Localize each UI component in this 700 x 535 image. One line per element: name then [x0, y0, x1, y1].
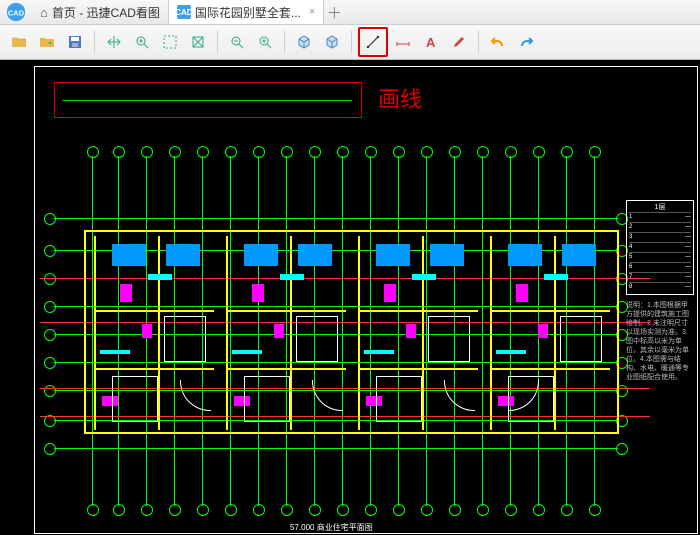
- zoom-out-button[interactable]: [224, 29, 250, 55]
- grid-bubble: [365, 146, 377, 158]
- grid-bubble: [561, 504, 573, 516]
- grid-bubble: [309, 504, 321, 516]
- grid-bubble: [253, 146, 265, 158]
- grid-bubble: [44, 443, 56, 455]
- grid-bubble: [197, 146, 209, 158]
- zoom-window-button[interactable]: [157, 29, 183, 55]
- grid-bubble: [421, 504, 433, 516]
- grid-bubble: [253, 504, 265, 516]
- grid-bubble: [337, 504, 349, 516]
- grid-bubble: [393, 504, 405, 516]
- zoom-extents-button[interactable]: [129, 29, 155, 55]
- side-panel: 1层 1—2—3—4—5—6—7—8— 说明：1.本图根据甲方提供的建筑施工图绘…: [626, 200, 694, 520]
- tab-home[interactable]: ⌂ 首页 - 迅捷CAD看图: [32, 0, 169, 24]
- grid-bubble: [281, 146, 293, 158]
- drawing-title: 57.000 商业住宅平面图: [290, 522, 373, 533]
- 3d-view1-button[interactable]: [291, 29, 317, 55]
- side-row: 2—: [629, 222, 691, 232]
- tab-file[interactable]: CAD 国际花园别墅全套... ×: [169, 0, 324, 24]
- grid-bubble: [44, 301, 56, 313]
- open2-button[interactable]: [34, 29, 60, 55]
- dimension-button[interactable]: [390, 29, 416, 55]
- side-row: 3—: [629, 232, 691, 242]
- grid-bubble: [44, 329, 56, 341]
- grid-bubble: [393, 146, 405, 158]
- undo-button[interactable]: [485, 29, 511, 55]
- grid-bubble: [225, 504, 237, 516]
- grid-bubble: [309, 146, 321, 158]
- grid-bubble: [44, 357, 56, 369]
- tab-home-label: 首页 - 迅捷CAD看图: [52, 4, 160, 21]
- side-row: 5—: [629, 252, 691, 262]
- grid-bubble: [44, 213, 56, 225]
- grid-bubble: [141, 146, 153, 158]
- grid-bubble: [87, 504, 99, 516]
- grid-bubble: [169, 504, 181, 516]
- grid-bubble: [87, 146, 99, 158]
- drawn-line: [62, 100, 352, 101]
- tab-file-label: 国际花园别墅全套...: [195, 4, 301, 21]
- edit-button[interactable]: [446, 29, 472, 55]
- grid-bubble: [589, 504, 601, 516]
- grid-bubble: [281, 504, 293, 516]
- home-icon: ⌂: [40, 5, 48, 20]
- grid-bubble: [44, 385, 56, 397]
- svg-text:CAD: CAD: [8, 8, 25, 17]
- close-icon[interactable]: ×: [309, 6, 315, 18]
- grid-bubble: [113, 504, 125, 516]
- grid-bubble: [533, 504, 545, 516]
- grid-bubble: [365, 504, 377, 516]
- grid-bubble: [505, 146, 517, 158]
- side-table-head: 1层: [629, 203, 691, 212]
- save-button[interactable]: [62, 29, 88, 55]
- tab-add[interactable]: ＋: [324, 2, 344, 23]
- 3d-view2-button[interactable]: [319, 29, 345, 55]
- toolbar: A: [0, 25, 700, 60]
- grid-bubble: [505, 504, 517, 516]
- grid-bubble: [561, 146, 573, 158]
- grid-bubble: [169, 146, 181, 158]
- pan-button[interactable]: [101, 29, 127, 55]
- document-icon: CAD: [177, 5, 191, 19]
- side-row: 8—: [629, 282, 691, 292]
- drawing-canvas[interactable]: 画线: [0, 60, 700, 535]
- side-notes: 说明：1.本图根据甲方提供的建筑施工图绘制。2.未注明尺寸以现场实测为准。3.图…: [626, 301, 694, 382]
- grid-bubble: [197, 504, 209, 516]
- grid-bubble: [44, 273, 56, 285]
- grid-bubble: [449, 146, 461, 158]
- svg-text:A: A: [426, 35, 436, 50]
- grid-bubble: [113, 146, 125, 158]
- fit-button[interactable]: [185, 29, 211, 55]
- annotation-label: 画线: [378, 82, 422, 114]
- line-button[interactable]: [358, 27, 388, 57]
- text-button[interactable]: A: [418, 29, 444, 55]
- grid-bubble: [477, 146, 489, 158]
- side-row: 7—: [629, 272, 691, 282]
- grid-bubble: [477, 504, 489, 516]
- side-row: 6—: [629, 262, 691, 272]
- grid-bubble: [589, 146, 601, 158]
- redo-button[interactable]: [513, 29, 539, 55]
- floor-plan: [84, 200, 619, 464]
- app-icon: CAD: [4, 0, 28, 24]
- grid-bubble: [44, 245, 56, 257]
- open-button[interactable]: [6, 29, 32, 55]
- zoom-in-button[interactable]: [252, 29, 278, 55]
- grid-bubble: [533, 146, 545, 158]
- grid-bubble: [449, 504, 461, 516]
- side-row: 1—: [629, 212, 691, 222]
- side-row: 4—: [629, 242, 691, 252]
- grid-bubble: [421, 146, 433, 158]
- grid-bubble: [337, 146, 349, 158]
- grid-bubble: [225, 146, 237, 158]
- grid-bubble: [141, 504, 153, 516]
